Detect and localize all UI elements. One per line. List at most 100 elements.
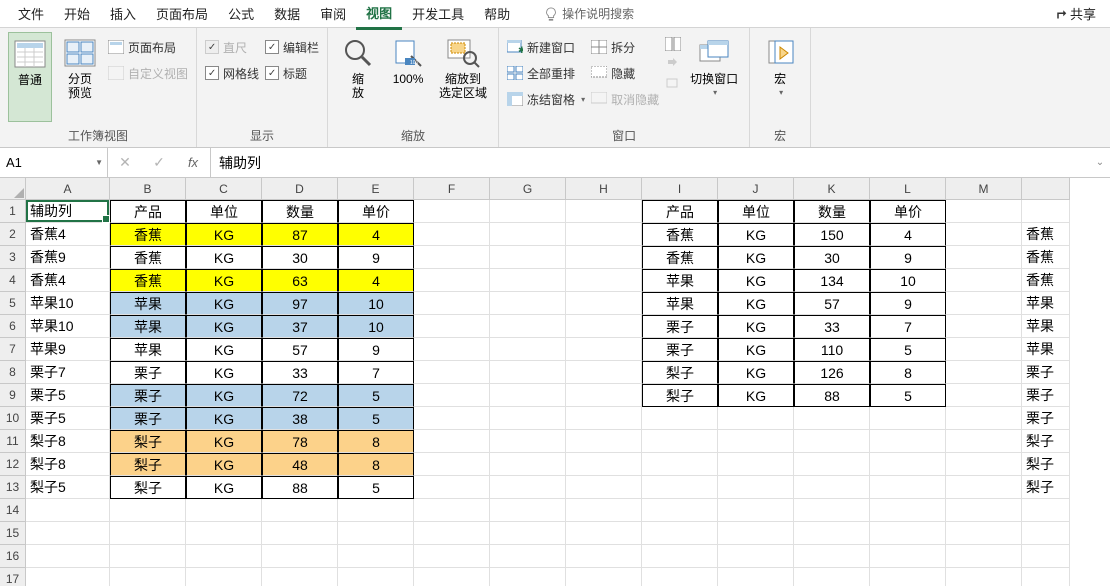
cell[interactable]: 5 <box>870 338 946 361</box>
cell[interactable]: 栗子 <box>642 338 718 361</box>
cell[interactable]: KG <box>186 269 262 292</box>
enter-formula-button[interactable]: ✓ <box>142 148 176 177</box>
cell[interactable] <box>1022 522 1070 545</box>
cell[interactable]: 苹果9 <box>26 338 110 361</box>
cell[interactable] <box>946 407 1022 430</box>
cell[interactable] <box>946 361 1022 384</box>
cell[interactable] <box>490 292 566 315</box>
cell[interactable] <box>566 361 642 384</box>
cell[interactable] <box>946 453 1022 476</box>
cell[interactable] <box>718 545 794 568</box>
cell[interactable] <box>414 200 490 223</box>
cell[interactable]: 梨子 <box>642 361 718 384</box>
cell[interactable] <box>26 568 110 586</box>
cell[interactable]: 10 <box>870 269 946 292</box>
cell[interactable] <box>262 568 338 586</box>
cell[interactable] <box>642 568 718 586</box>
cell[interactable]: 香蕉9 <box>26 246 110 269</box>
cell[interactable]: 33 <box>262 361 338 384</box>
cell[interactable] <box>338 568 414 586</box>
row-header[interactable]: 14 <box>0 499 26 522</box>
spreadsheet-grid[interactable]: ABCDEFGHIJKLM 12345678910111213141516171… <box>0 178 1110 586</box>
cell[interactable]: KG <box>186 246 262 269</box>
cell[interactable]: 78 <box>262 430 338 453</box>
cell[interactable] <box>946 384 1022 407</box>
arrange-all-button[interactable]: 全部重排 <box>507 62 585 84</box>
cell[interactable] <box>566 269 642 292</box>
cell[interactable] <box>1022 200 1070 223</box>
column-header[interactable]: F <box>414 178 490 200</box>
cell[interactable]: 150 <box>794 223 870 246</box>
row-header[interactable]: 3 <box>0 246 26 269</box>
cell[interactable] <box>566 476 642 499</box>
cell[interactable]: 苹果 <box>1022 292 1070 315</box>
cell[interactable]: 香蕉4 <box>26 269 110 292</box>
cell[interactable] <box>414 315 490 338</box>
cell[interactable] <box>794 430 870 453</box>
cell[interactable]: 88 <box>262 476 338 499</box>
cell[interactable]: 栗子 <box>110 384 186 407</box>
cell[interactable] <box>262 522 338 545</box>
cell[interactable] <box>870 453 946 476</box>
cell[interactable] <box>870 568 946 586</box>
cell[interactable] <box>110 545 186 568</box>
cell[interactable]: 栗子5 <box>26 407 110 430</box>
cell[interactable] <box>414 338 490 361</box>
tab-page-layout[interactable]: 页面布局 <box>146 0 218 28</box>
cell[interactable] <box>718 430 794 453</box>
cell[interactable] <box>794 568 870 586</box>
cell[interactable] <box>718 407 794 430</box>
cell[interactable]: 4 <box>870 223 946 246</box>
cell[interactable]: 香蕉 <box>110 269 186 292</box>
cell[interactable]: 4 <box>338 223 414 246</box>
cell[interactable] <box>338 522 414 545</box>
cell[interactable]: 苹果10 <box>26 315 110 338</box>
cell[interactable]: KG <box>718 269 794 292</box>
cell[interactable] <box>414 269 490 292</box>
cell[interactable] <box>566 499 642 522</box>
cell[interactable]: 87 <box>262 223 338 246</box>
tell-me-search[interactable]: 操作说明搜索 <box>538 5 640 22</box>
split-button[interactable]: 拆分 <box>591 36 659 58</box>
cell[interactable] <box>110 499 186 522</box>
tab-developer[interactable]: 开发工具 <box>402 0 474 28</box>
cell[interactable] <box>794 476 870 499</box>
tab-home[interactable]: 开始 <box>54 0 100 28</box>
cell[interactable] <box>490 453 566 476</box>
cell[interactable]: 栗子 <box>110 407 186 430</box>
cell[interactable]: 30 <box>262 246 338 269</box>
cell[interactable] <box>718 499 794 522</box>
cell[interactable]: 苹果 <box>1022 315 1070 338</box>
cell[interactable]: 辅助列 <box>26 200 110 223</box>
cell[interactable]: 126 <box>794 361 870 384</box>
cell[interactable] <box>490 499 566 522</box>
cell[interactable]: 梨子8 <box>26 453 110 476</box>
cell[interactable]: KG <box>186 453 262 476</box>
cell[interactable] <box>490 407 566 430</box>
cell[interactable] <box>338 545 414 568</box>
cell[interactable] <box>490 568 566 586</box>
cell[interactable] <box>946 430 1022 453</box>
cell[interactable] <box>566 453 642 476</box>
cell[interactable] <box>642 545 718 568</box>
cell[interactable]: 苹果10 <box>26 292 110 315</box>
switch-window-button[interactable]: 切换窗口 <box>687 32 741 122</box>
cell[interactable] <box>490 430 566 453</box>
cell[interactable] <box>946 200 1022 223</box>
cell[interactable]: 7 <box>870 315 946 338</box>
cell[interactable] <box>490 476 566 499</box>
cell[interactable] <box>566 430 642 453</box>
cell[interactable] <box>642 430 718 453</box>
cell[interactable]: 37 <box>262 315 338 338</box>
custom-views-button[interactable]: 自定义视图 <box>108 62 188 84</box>
tab-data[interactable]: 数据 <box>264 0 310 28</box>
cell[interactable]: 单价 <box>870 200 946 223</box>
cell[interactable] <box>946 269 1022 292</box>
cell[interactable] <box>794 545 870 568</box>
cell[interactable] <box>414 384 490 407</box>
cell[interactable]: 栗子5 <box>26 384 110 407</box>
cell[interactable] <box>186 545 262 568</box>
cell[interactable] <box>490 200 566 223</box>
cell[interactable] <box>262 545 338 568</box>
cell[interactable] <box>642 522 718 545</box>
